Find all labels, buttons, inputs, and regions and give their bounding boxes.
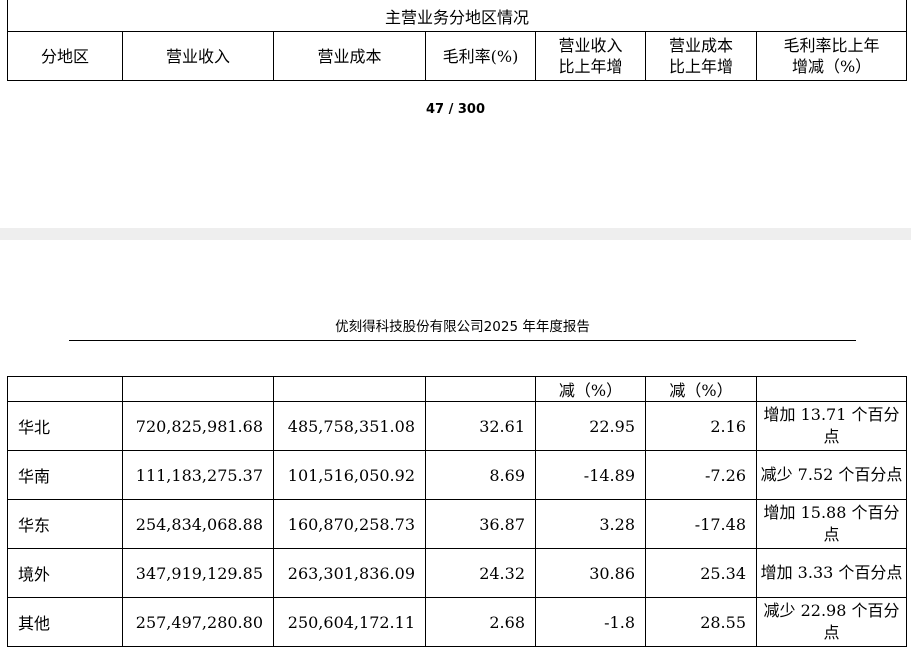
region-cell: 华东 <box>7 499 123 549</box>
cost-change-cell: -17.48 <box>645 499 757 549</box>
page-number: 47 / 300 <box>425 102 486 117</box>
table-row: 境外 347,919,129.85 263,301,836.09 24.32 3… <box>7 548 907 598</box>
region-cell: 华北 <box>7 401 123 451</box>
header-margin: 毛利率(%) <box>425 31 536 81</box>
region-cell: 华南 <box>7 450 123 500</box>
table-row: 华南 111,183,275.37 101,516,050.92 8.69 -1… <box>7 450 907 500</box>
revenue-change-cell: 30.86 <box>535 548 646 598</box>
region-cell: 境外 <box>7 548 123 598</box>
margin-change-cell: 减少 7.52 个百分点 <box>756 450 907 500</box>
revenue-change-cell: -1.8 <box>535 597 646 647</box>
margin-change-cell: 增加 15.88 个百分点 <box>756 499 907 549</box>
cost-cell: 250,604,172.11 <box>273 597 426 647</box>
cost-change-cell: 28.55 <box>645 597 757 647</box>
margin-cell: 24.32 <box>425 548 536 598</box>
revenue-cell: 720,825,981.68 <box>122 401 274 451</box>
header-revenue: 营业收入 <box>122 31 274 81</box>
table-title: 主营业务分地区情况 <box>6 0 908 32</box>
revenue-cell: 111,183,275.37 <box>122 450 274 500</box>
margin-cell: 36.87 <box>425 499 536 549</box>
cont-cell <box>273 376 426 402</box>
cont-cell <box>756 376 907 402</box>
margin-cell: 2.68 <box>425 597 536 647</box>
cont-cell: 减（%） <box>645 376 757 402</box>
region-cell: 其他 <box>7 597 123 647</box>
margin-change-cell: 增加 3.33 个百分点 <box>756 548 907 598</box>
margin-cell: 8.69 <box>425 450 536 500</box>
table-row: 其他 257,497,280.80 250,604,172.11 2.68 -1… <box>7 597 907 647</box>
revenue-cell: 347,919,129.85 <box>122 548 274 598</box>
page-gap <box>0 228 911 240</box>
page-top: 主营业务分地区情况 分地区 营业收入 营业成本 毛利率(%) 营业收入 比上年增… <box>0 0 911 228</box>
cost-cell: 485,758,351.08 <box>273 401 426 451</box>
header-margin-change: 毛利率比上年 增减（%） <box>755 31 908 81</box>
header-revenue-change: 营业收入 比上年增 <box>535 31 646 81</box>
table-row: 华东 254,834,068.88 160,870,258.73 36.87 3… <box>7 499 907 549</box>
revenue-change-cell: 3.28 <box>535 499 646 549</box>
cost-cell: 101,516,050.92 <box>273 450 426 500</box>
table-row: 华北 720,825,981.68 485,758,351.08 32.61 2… <box>7 401 907 451</box>
cost-change-cell: 2.16 <box>645 401 757 451</box>
margin-cell: 32.61 <box>425 401 536 451</box>
region-table-body: 减（%） 减（%） 华北 720,825,981.68 485,758,351.… <box>7 376 907 647</box>
cost-cell: 160,870,258.73 <box>273 499 426 549</box>
continuation-row: 减（%） 减（%） <box>7 376 907 402</box>
region-table-header: 主营业务分地区情况 分地区 营业收入 营业成本 毛利率(%) 营业收入 比上年增… <box>6 0 908 81</box>
revenue-change-cell: 22.95 <box>535 401 646 451</box>
margin-change-cell: 减少 22.98 个百分点 <box>756 597 907 647</box>
cost-change-cell: -7.26 <box>645 450 757 500</box>
cost-change-cell: 25.34 <box>645 548 757 598</box>
header-cost-change: 营业成本 比上年增 <box>645 31 757 81</box>
header-region: 分地区 <box>7 31 123 81</box>
report-header: 优刻得科技股份有限公司2025 年年度报告 <box>69 315 856 341</box>
cont-cell <box>122 376 274 402</box>
cost-cell: 263,301,836.09 <box>273 548 426 598</box>
header-cost: 营业成本 <box>273 31 426 81</box>
cont-cell <box>7 376 123 402</box>
cont-cell <box>425 376 536 402</box>
revenue-change-cell: -14.89 <box>535 450 646 500</box>
cont-cell: 减（%） <box>535 376 646 402</box>
margin-change-cell: 增加 13.71 个百分点 <box>756 401 907 451</box>
revenue-cell: 254,834,068.88 <box>122 499 274 549</box>
revenue-cell: 257,497,280.80 <box>122 597 274 647</box>
